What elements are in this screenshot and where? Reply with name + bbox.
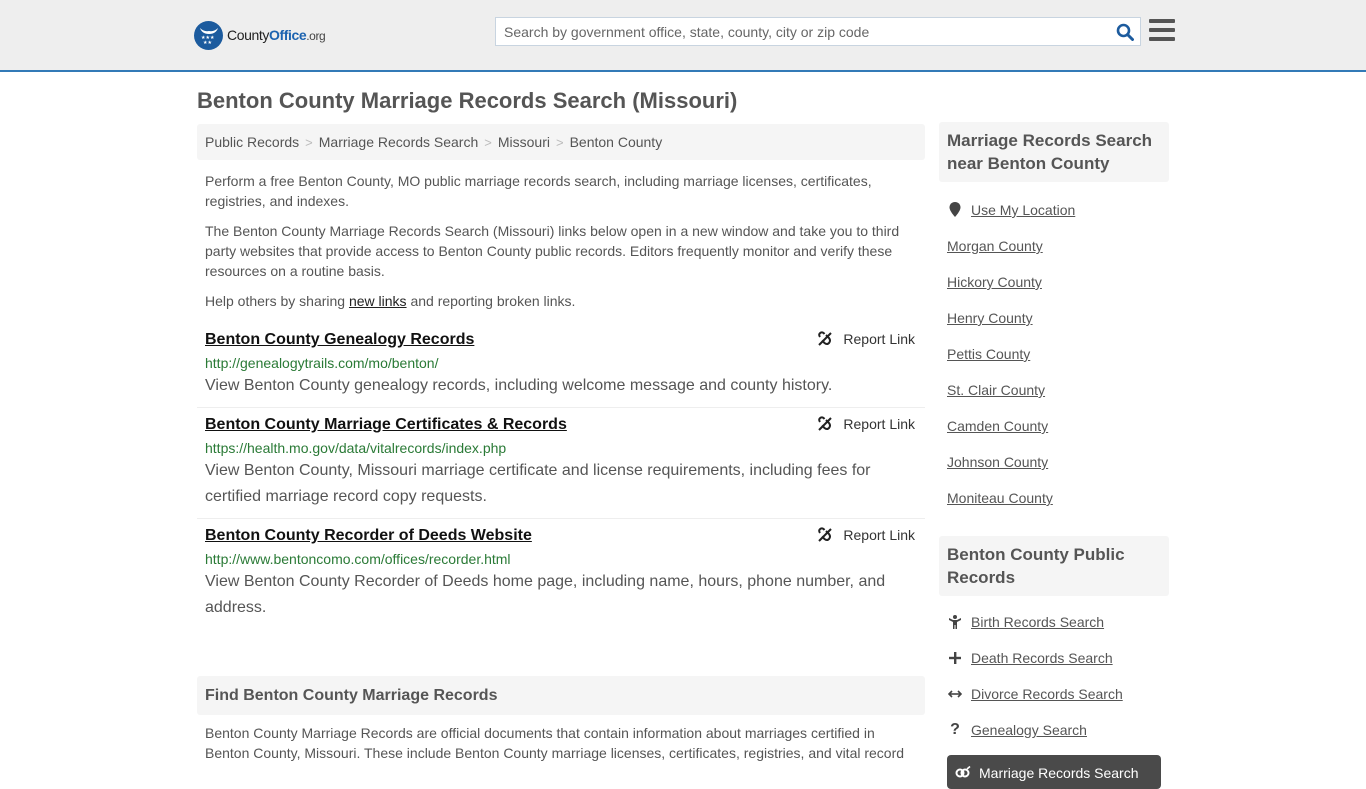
breadcrumb-marriage-records-search[interactable]: Marriage Records Search: [319, 134, 479, 150]
birth-records-link[interactable]: Birth Records Search: [971, 614, 1104, 630]
link-url: https://health.mo.gov/data/vitalrecords/…: [205, 440, 507, 456]
sidebar-item-county: Hickory County: [947, 264, 1161, 300]
main-content: Public Records > Marriage Records Search…: [197, 124, 925, 629]
genealogy-search-link[interactable]: Genealogy Search: [971, 722, 1087, 738]
search-bar: [495, 17, 1141, 46]
search-input[interactable]: [496, 18, 1110, 45]
child-icon: [947, 615, 963, 629]
broken-link-icon: [818, 527, 833, 542]
nearby-heading: Marriage Records Search near Benton Coun…: [939, 122, 1169, 182]
sidebar-item-genealogy: ? Genealogy Search: [947, 712, 1161, 748]
list-item: Benton County Recorder of Deeds Website …: [197, 519, 925, 629]
share-links-paragraph: Help others by sharing new links and rep…: [205, 293, 576, 309]
breadcrumb-benton-county[interactable]: Benton County: [570, 134, 663, 150]
intro-paragraph: Perform a free Benton County, MO public …: [205, 173, 872, 209]
sidebar-item-death-records: Death Records Search: [947, 640, 1161, 676]
link-title[interactable]: Benton County Genealogy Records: [205, 329, 474, 351]
search-button[interactable]: [1110, 18, 1140, 45]
breadcrumb-public-records[interactable]: Public Records: [205, 134, 299, 150]
sidebar-item-county: Camden County: [947, 408, 1161, 444]
cross-icon: [947, 652, 963, 664]
logo-text: CountyOffice.org: [227, 27, 326, 43]
sidebar-item-county: St. Clair County: [947, 372, 1161, 408]
use-my-location-link[interactable]: Use My Location: [971, 202, 1075, 218]
rings-icon: [955, 765, 971, 781]
broken-link-icon: [818, 416, 833, 431]
intro-text: Perform a free Benton County, MO public …: [197, 171, 925, 311]
county-link[interactable]: Henry County: [947, 310, 1033, 326]
search-icon: [1116, 23, 1134, 41]
sidebar-item-county: Pettis County: [947, 336, 1161, 372]
hamburger-menu-icon[interactable]: [1149, 19, 1175, 43]
sidebar-item-divorce-records: Divorce Records Search: [947, 676, 1161, 712]
divorce-records-link[interactable]: Divorce Records Search: [971, 686, 1123, 702]
find-records-section: Find Benton County Marriage Records Bent…: [197, 676, 925, 763]
county-link[interactable]: Hickory County: [947, 274, 1042, 290]
breadcrumb-separator: >: [555, 134, 564, 150]
broken-link-icon: [818, 331, 833, 346]
section-body: Benton County Marriage Records are offic…: [205, 725, 905, 761]
link-title[interactable]: Benton County Recorder of Deeds Website: [205, 525, 532, 547]
county-link[interactable]: Moniteau County: [947, 490, 1053, 506]
link-description: View Benton County Recorder of Deeds hom…: [205, 573, 886, 616]
site-header: ★★★ ★★ CountyOffice.org: [0, 0, 1366, 72]
report-link-button[interactable]: Report Link: [817, 416, 915, 432]
link-url: http://www.bentoncomo.com/offices/record…: [205, 551, 511, 567]
sidebar-item-county: Henry County: [947, 300, 1161, 336]
link-title[interactable]: Benton County Marriage Certificates & Re…: [205, 414, 567, 436]
list-item: Benton County Genealogy Records Report L…: [197, 323, 925, 408]
county-link[interactable]: Camden County: [947, 418, 1048, 434]
sidebar-item-county: Moniteau County: [947, 480, 1161, 516]
link-list: Benton County Genealogy Records Report L…: [197, 323, 925, 629]
sidebar-item-birth-records: Birth Records Search: [947, 604, 1161, 640]
county-link[interactable]: Pettis County: [947, 346, 1030, 362]
report-link-button[interactable]: Report Link: [817, 331, 915, 347]
nearby-list: Use My Location Morgan County Hickory Co…: [939, 182, 1169, 516]
county-link[interactable]: Johnson County: [947, 454, 1048, 470]
link-url: http://genealogytrails.com/mo/benton/: [205, 355, 439, 371]
sidebar-item-county: Morgan County: [947, 228, 1161, 264]
intro-paragraph: The Benton County Marriage Records Searc…: [205, 223, 900, 279]
sidebar-item-county: Johnson County: [947, 444, 1161, 480]
public-records-heading: Benton County Public Records: [939, 536, 1169, 596]
arrows-horizontal-icon: [947, 689, 963, 699]
death-records-link[interactable]: Death Records Search: [971, 650, 1113, 666]
map-marker-icon: [947, 202, 963, 218]
breadcrumb-separator: >: [305, 134, 313, 150]
page-title: Benton County Marriage Records Search (M…: [197, 88, 738, 113]
report-link-button[interactable]: Report Link: [817, 527, 915, 543]
marriage-records-label: Marriage Records Search: [979, 765, 1139, 781]
breadcrumb-separator: >: [484, 134, 492, 150]
question-icon: ?: [950, 721, 960, 738]
county-link[interactable]: Morgan County: [947, 238, 1043, 254]
public-records-list: Birth Records Search Death Records Searc…: [939, 596, 1169, 789]
svg-text:★★: ★★: [203, 40, 212, 45]
link-description: View Benton County genealogy records, in…: [205, 377, 833, 394]
county-link[interactable]: St. Clair County: [947, 382, 1045, 398]
list-item: Benton County Marriage Certificates & Re…: [197, 408, 925, 519]
sidebar: Marriage Records Search near Benton Coun…: [939, 122, 1169, 789]
site-logo[interactable]: ★★★ ★★ CountyOffice.org: [194, 20, 326, 50]
new-links-link[interactable]: new links: [349, 293, 407, 309]
eagle-stars-icon: ★★★ ★★: [194, 20, 223, 50]
breadcrumb-missouri[interactable]: Missouri: [498, 134, 550, 150]
section-heading: Find Benton County Marriage Records: [197, 676, 925, 715]
link-description: View Benton County, Missouri marriage ce…: [205, 462, 871, 505]
sidebar-item-marriage-records-active[interactable]: Marriage Records Search: [947, 755, 1161, 789]
use-location-item: Use My Location: [947, 192, 1161, 228]
breadcrumb: Public Records > Marriage Records Search…: [197, 124, 925, 160]
